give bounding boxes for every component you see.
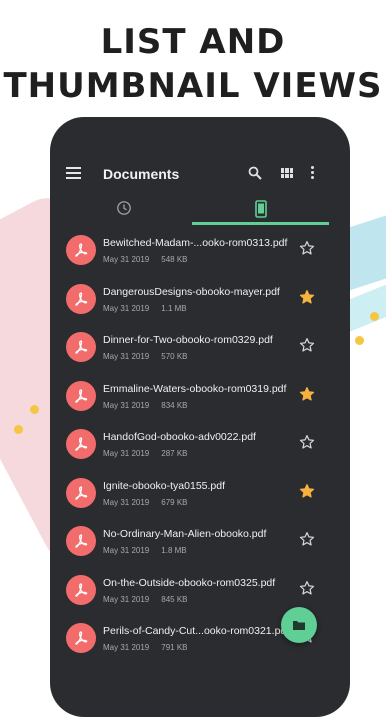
file-name: Perils-of-Candy-Cut...ooko-rom0321.pdf: [103, 625, 290, 637]
star-icon[interactable]: [299, 289, 315, 305]
list-item[interactable]: Dinner-for-Two-obooko-rom0329.pdf May 31 …: [50, 322, 350, 371]
star-icon[interactable]: [299, 483, 315, 499]
grid-view-icon[interactable]: [281, 168, 293, 178]
file-date: May 31 2019: [103, 449, 150, 458]
file-date: May 31 2019: [103, 643, 150, 652]
list-item[interactable]: No-Ordinary-Man-Alien-obooko.pdf May 31 2…: [50, 516, 350, 565]
file-date: May 31 2019: [103, 352, 150, 361]
file-meta: May 31 2019 1.1 MB: [103, 304, 187, 313]
tab-device[interactable]: [192, 195, 330, 223]
file-date: May 31 2019: [103, 497, 150, 507]
phone-icon: [255, 200, 267, 218]
file-size: 570 KB: [161, 352, 188, 361]
star-icon[interactable]: [299, 531, 315, 547]
file-name: No-Ordinary-Man-Alien-obooko.pdf: [103, 528, 267, 540]
list-item[interactable]: Emmaline-Waters-obooko-rom0319.pdf May 31…: [50, 371, 350, 420]
star-icon[interactable]: [299, 434, 315, 450]
file-size: 679 KB: [161, 497, 188, 507]
promo-headline: LIST AND THUMBNAIL VIEWS: [0, 20, 386, 108]
file-size: 548 KB: [161, 255, 188, 264]
list-item[interactable]: HandofGod-obooko-adv0022.pdf May 31 2019 2…: [50, 419, 350, 468]
background-dot: [355, 336, 364, 345]
list-item[interactable]: Bewitched-Madam-...ooko-rom0313.pdf May 3…: [50, 225, 350, 274]
file-size: 791 KB: [161, 643, 188, 652]
pdf-file-icon: [66, 380, 96, 411]
file-meta: May 31 2019 834 KB: [103, 401, 188, 410]
file-name: Ignite-obooko-tya0155.pdf: [103, 479, 226, 492]
file-size: 845 KB: [161, 594, 188, 604]
headline-line-2: THUMBNAIL VIEWS: [3, 66, 383, 106]
pdf-file-icon: [66, 429, 96, 459]
star-icon[interactable]: [299, 240, 315, 256]
file-size: 1.1 MB: [161, 303, 187, 313]
menu-icon[interactable]: [66, 167, 81, 179]
file-size: 834 KB: [161, 400, 188, 410]
file-name: Bewitched-Madam-...ooko-rom0313.pdf: [103, 237, 288, 249]
background-dot: [14, 425, 23, 434]
pdf-file-icon: [66, 235, 96, 265]
file-date: May 31 2019: [103, 303, 150, 313]
file-date: May 31 2019: [103, 400, 150, 410]
file-name: On-the-Outside-obooko-rom0325.pdf: [103, 576, 276, 589]
headline-line-1: LIST AND: [100, 22, 286, 62]
pdf-file-icon: [66, 332, 96, 362]
file-meta: May 31 2019 287 KB: [103, 449, 188, 458]
page-title: Documents: [103, 166, 180, 182]
file-meta: May 31 2019 1.8 MB: [103, 546, 187, 555]
pdf-file-icon: [66, 477, 96, 508]
star-icon[interactable]: [299, 580, 315, 596]
file-size: 287 KB: [161, 449, 188, 458]
list-item[interactable]: On-the-Outside-obooko-rom0325.pdf May 31 …: [50, 565, 350, 614]
tab-recent[interactable]: [54, 195, 192, 223]
app-bar: Documents: [50, 117, 350, 232]
file-date: May 31 2019: [103, 546, 150, 555]
pdf-file-icon: [66, 283, 96, 314]
search-icon[interactable]: [248, 166, 262, 180]
background-dot: [30, 405, 39, 414]
file-meta: May 31 2019 548 KB: [103, 255, 188, 264]
more-vert-icon[interactable]: [311, 166, 315, 180]
star-icon[interactable]: [299, 386, 315, 402]
clock-icon: [117, 201, 131, 215]
folder-icon: [293, 621, 305, 630]
pdf-file-icon: [66, 623, 96, 653]
file-meta: May 31 2019 679 KB: [103, 498, 188, 507]
pdf-file-icon: [66, 526, 96, 556]
file-name: Emmaline-Waters-obooko-rom0319.pdf: [103, 382, 287, 395]
star-icon[interactable]: [299, 337, 315, 353]
list-item[interactable]: Ignite-obooko-tya0155.pdf May 31 2019 679 …: [50, 468, 350, 517]
background-dot: [370, 312, 379, 321]
file-meta: May 31 2019 570 KB: [103, 352, 188, 361]
file-date: May 31 2019: [103, 594, 150, 604]
pdf-file-icon: [66, 574, 96, 605]
file-name: Dinner-for-Two-obooko-rom0329.pdf: [103, 334, 273, 346]
list-item[interactable]: DangerousDesigns-obooko-mayer.pdf May 31 …: [50, 274, 350, 323]
file-name: HandofGod-obooko-adv0022.pdf: [103, 431, 256, 443]
file-meta: May 31 2019 791 KB: [103, 643, 188, 652]
file-name: DangerousDesigns-obooko-mayer.pdf: [103, 285, 280, 298]
file-date: May 31 2019: [103, 255, 150, 264]
file-size: 1.8 MB: [161, 546, 187, 555]
folder-fab-button[interactable]: [281, 607, 317, 643]
file-meta: May 31 2019 845 KB: [103, 595, 188, 604]
